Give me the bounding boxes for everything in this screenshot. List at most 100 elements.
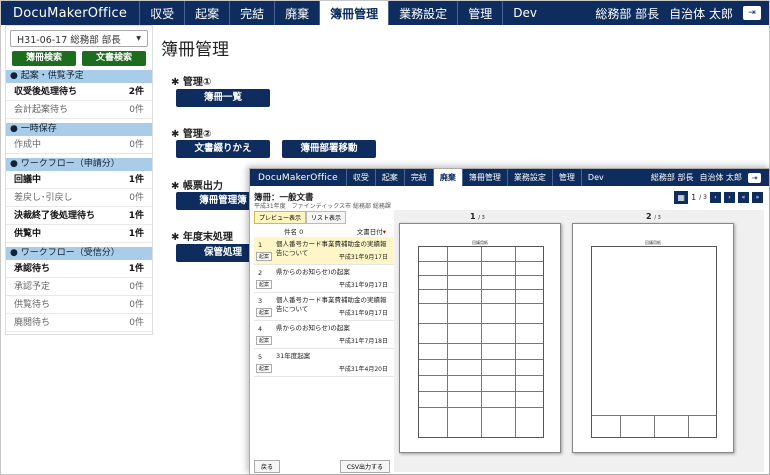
back-button[interactable]: 戻る <box>254 460 281 473</box>
app-brand[interactable]: DocuMakerOffice <box>1 6 139 21</box>
nav-item-0[interactable]: 収受 <box>139 1 184 25</box>
sidebar-item-count: 0件 <box>129 140 144 150</box>
sidebar-item-count: 2件 <box>128 87 144 97</box>
item-date: 平成31年9月17日 <box>338 310 388 317</box>
item-number: 5 <box>258 353 263 361</box>
item-title: 31年度起案 <box>276 352 311 360</box>
item-tag-button[interactable]: 起案 <box>256 364 273 373</box>
last-page-icon[interactable]: » <box>752 192 763 203</box>
sidebar-item[interactable]: 承認待ち 1件 <box>6 260 152 278</box>
nav-item-2[interactable]: 完結 <box>229 1 274 25</box>
doc-search-button[interactable]: 文書検索 <box>82 51 146 66</box>
sidebar-section-header: ● ワークフロー（受信分） <box>6 247 152 260</box>
book-list-button[interactable]: 簿冊一覧 <box>176 89 270 107</box>
item-date: 平成31年9月17日 <box>338 254 388 261</box>
chevron-down-icon: ▾ <box>136 33 141 44</box>
tab-preview[interactable]: プレビュー表示 <box>254 211 307 224</box>
sidebar-item[interactable]: 差戻し･引戻し 0件 <box>6 189 152 207</box>
sidebar-item-count: 0件 <box>129 318 144 328</box>
f-nav-item-4[interactable]: 簿冊管理 <box>461 169 507 186</box>
refile-button[interactable]: 文書綴りかえ <box>176 140 270 158</box>
sidebar-item[interactable]: 決裁終了後処理待ち 1件 <box>6 207 152 225</box>
f-nav-item-0[interactable]: 収受 <box>345 169 375 186</box>
sidebar-item-label: 差戻し･引戻し <box>14 193 73 203</box>
item-tag-button[interactable]: 起案 <box>256 280 273 289</box>
page-thumbnail-1[interactable]: 回議用紙 <box>399 223 561 453</box>
list-item[interactable]: 4 起案 県からのお知らせ)の起案 平成31年7月18日 <box>254 321 394 349</box>
col-name[interactable]: 件名 <box>284 228 297 236</box>
nav-item-5[interactable]: 業務設定 <box>388 1 457 25</box>
sidebar-item[interactable]: 収受後処理待ち 2件 <box>6 83 152 101</box>
item-number: 3 <box>258 297 263 305</box>
f-nav-item-5[interactable]: 業務設定 <box>506 169 552 186</box>
sidebar-section-header: ● 起案・供覧予定 <box>6 70 152 83</box>
page-thumbnail-2[interactable]: 回議用紙 <box>572 223 734 453</box>
sidebar-item-count: 0件 <box>129 282 144 292</box>
list-item[interactable]: 3 起案 個人番号カード事業費補助金の実績報告について 平成31年9月17日 <box>254 293 394 321</box>
list-item[interactable]: 2 起案 県からのお知らせ)の起案 平成31年9月17日 <box>254 265 394 293</box>
sidebar: H31-06-17 総務部 部長 ▾ 簿冊検索 文書検索 ● 起案・供覧予定 収受… <box>5 25 153 335</box>
sidebar-item-label: 回議中 <box>14 175 42 185</box>
csv-export-button[interactable]: CSV出力する <box>339 460 390 473</box>
user-dept: 総務部 部長 <box>595 6 660 21</box>
sidebar-item[interactable]: 回議中 1件 <box>6 171 152 189</box>
sidebar-item[interactable]: 承認予定 0件 <box>6 278 152 296</box>
user-name: 自治体 太郎 <box>699 173 742 182</box>
sidebar-item-label: 作成中 <box>14 140 42 150</box>
logout-icon[interactable]: ⇥ <box>748 172 761 183</box>
front-window: DocuMakerOffice 収受 起案 完結 廃棄 簿冊管理 業務設定 管理 Dev 総務部… <box>249 168 770 475</box>
logout-icon[interactable]: ⇥ <box>743 6 761 20</box>
sidebar-item-label: 廃閲待ち <box>14 318 51 328</box>
nav-item-3[interactable]: 廃棄 <box>274 1 319 25</box>
f-nav-item-7[interactable]: Dev <box>580 169 610 186</box>
item-tag-button[interactable]: 起案 <box>256 308 273 317</box>
next-page-icon[interactable]: › <box>724 192 735 203</box>
sidebar-section-header: ● 一時保存 <box>6 123 152 136</box>
move-dept-button[interactable]: 簿冊部署移動 <box>282 140 376 158</box>
nav-item-1[interactable]: 起案 <box>184 1 229 25</box>
sidebar-item-count: 1件 <box>128 264 144 274</box>
page-label-2: 2 / 3 <box>646 212 661 221</box>
f-nav-item-1[interactable]: 起案 <box>374 169 404 186</box>
sidebar-item-label: 決裁終了後処理待ち <box>14 211 96 221</box>
sidebar-item[interactable]: 作成中 0件 <box>6 136 152 154</box>
sort-desc-icon: ▾ <box>382 228 386 236</box>
sidebar-item[interactable]: 会計起案待ち 0件 <box>6 101 152 119</box>
item-tag-button[interactable]: 起案 <box>256 252 273 261</box>
item-date: 平成31年9月17日 <box>338 282 388 289</box>
sidebar-item[interactable]: 供覧待ち 0件 <box>6 296 152 314</box>
col-date[interactable]: 文書日付 <box>357 228 383 236</box>
main-content: 簿冊管理 <box>161 25 229 60</box>
item-tag-button[interactable]: 起案 <box>256 336 273 345</box>
grid-view-icon[interactable]: ▦ <box>674 191 689 204</box>
group-label-manage1: ✱ 管理① <box>171 77 212 88</box>
group-label-report: ✱ 帳票出力 <box>171 181 223 192</box>
item-title: 県からのお知らせ)の起案 <box>276 324 350 332</box>
nav-item-4[interactable]: 簿冊管理 <box>319 1 389 25</box>
prev-page-icon[interactable]: ‹ <box>710 192 721 203</box>
group-label-yearend: ✱ 年度末処理 <box>171 232 233 243</box>
nav-item-6[interactable]: 管理 <box>457 1 502 25</box>
tab-list[interactable]: リスト表示 <box>306 211 347 224</box>
sidebar-item-label: 会計起案待ち <box>14 105 69 115</box>
list-item[interactable]: 5 起案 31年度起案 平成31年4月20日 <box>254 349 394 377</box>
list-item[interactable]: 1 起案 個人番号カード事業費補助金の実績報告について 平成31年9月17日 <box>254 237 394 265</box>
sidebar-item[interactable]: 廃閲待ち 0件 <box>6 314 152 332</box>
sidebar-item[interactable]: 供覧中 1件 <box>6 225 152 243</box>
dept-select[interactable]: H31-06-17 総務部 部長 ▾ <box>10 30 148 47</box>
sidebar-item-label: 供覧中 <box>14 229 42 239</box>
item-title: 県からのお知らせ)の起案 <box>276 268 350 276</box>
first-page-icon[interactable]: « <box>738 192 749 203</box>
book-subtitle: 平成31年度 ファインディックス市 総務部 総務課 <box>254 203 391 210</box>
book-search-button[interactable]: 簿冊検索 <box>12 51 76 66</box>
nav-item-7[interactable]: Dev <box>502 1 547 25</box>
top-nav: DocuMakerOffice 収受 起案 完結 廃棄 簿冊管理 業務設定 管理 Dev 総務部… <box>1 1 769 25</box>
f-nav-item-3[interactable]: 廃棄 <box>432 169 462 186</box>
pager: ▦ 1 / 3 ‹ › « » <box>674 191 763 204</box>
f-nav-item-2[interactable]: 完結 <box>403 169 433 186</box>
dept-select-value: H31-06-17 総務部 部長 <box>17 34 121 46</box>
sidebar-item-label: 収受後処理待ち <box>14 87 78 97</box>
f-nav-item-6[interactable]: 管理 <box>551 169 581 186</box>
sidebar-section-header: ● ワークフロー（申請分） <box>6 158 152 171</box>
app-brand-2[interactable]: DocuMakerOffice <box>250 173 346 183</box>
